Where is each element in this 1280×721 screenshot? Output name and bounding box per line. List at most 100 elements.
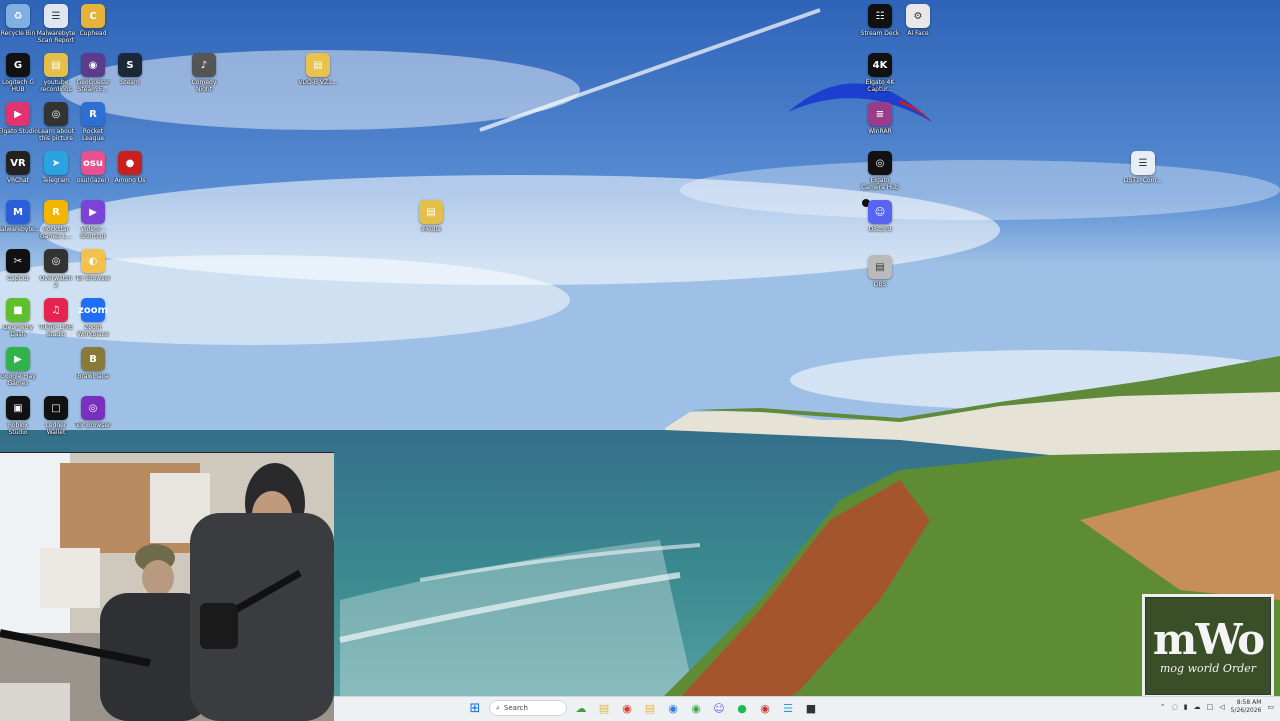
vrchat-icon: VR [6, 151, 30, 175]
roblox-icon: ▣ [6, 396, 30, 420]
folder-icon: ▤ [306, 53, 330, 77]
elgato-4k-icon: 4K [868, 53, 892, 77]
network-icon[interactable]: □ [1207, 703, 1214, 711]
desktop-icon-label: AI Face [907, 30, 929, 37]
desktop-icon-label: Steam [120, 79, 140, 86]
desktop-icon-discord[interactable]: ☺ Discord [857, 200, 903, 233]
desktop-icon-label: Elgato 4K Captur... [865, 79, 895, 93]
desktop-icon-label: Comedy Night [191, 79, 217, 93]
chrome-beta-icon[interactable]: ◉ [756, 699, 774, 717]
cuphead-icon: C [81, 4, 105, 28]
desktop-icon-dst1[interactable]: ☰ DST1_Com... [1120, 151, 1166, 184]
stream-deck-icon: ☷ [868, 4, 892, 28]
ai-face-icon: ⚙ [906, 4, 930, 28]
cloud-icon[interactable]: ☁ [1194, 703, 1201, 711]
desktop-icon-label: Zoom Workplace [77, 324, 109, 338]
desktop-icon-among-us[interactable]: ● Among Us [107, 151, 153, 184]
logitech-g-icon: G [6, 53, 30, 77]
desktop-icon-label: DST1_Com... [1123, 177, 1163, 184]
chrome-profile-icon[interactable]: ◉ [664, 699, 682, 717]
desktop-icon-zoom[interactable]: zoom Zoom Workplace [70, 298, 116, 338]
webcam-overlay [0, 452, 334, 721]
minecraft-icon[interactable]: ■ [802, 699, 820, 717]
ledger-icon: □ [44, 396, 68, 420]
desktop-icon-label: Videos - Shortcut [80, 226, 106, 240]
clock-time: 8:58 AM [1236, 699, 1262, 706]
camera-hub-icon: ◎ [868, 151, 892, 175]
discord-icon: ☺ [868, 200, 892, 224]
desktop-icon-ai-face[interactable]: ⚙ AI Face [895, 4, 941, 37]
desktop-icon-imedia[interactable]: ▤ iMedia [408, 200, 454, 233]
notification-icon[interactable]: ▭ [1267, 703, 1274, 711]
desktop-icon-steam[interactable]: S Steam [107, 53, 153, 86]
search-icon: ⌕ [496, 703, 500, 712]
winrar-icon: ≡ [868, 102, 892, 126]
desktop-icon-elgato-4k[interactable]: 4K Elgato 4K Captur... [857, 53, 903, 93]
desktop-icon-label: Tor Browser [75, 275, 111, 282]
desktop-icon-google-play[interactable]: ▶ Google Play Games [0, 347, 41, 387]
steam-icon: S [118, 53, 142, 77]
microphone-icon: ♪ [192, 53, 216, 77]
rockstar-icon: R [44, 200, 68, 224]
videos-icon: ▶ [81, 200, 105, 224]
mic-icon[interactable]: ▮ [1184, 703, 1188, 711]
overwatch-icon: ◎ [44, 249, 68, 273]
spotify-icon[interactable]: ● [733, 699, 751, 717]
document-icon: ☰ [1131, 151, 1155, 175]
folder-icon: ▤ [419, 200, 443, 224]
desktop-icon-elgato-camera-hub[interactable]: ◎ Elgato Camera Hub [857, 151, 903, 191]
volume-icon[interactable]: ◁ [1219, 703, 1224, 711]
channel-watermark: mWo mog world Order [1142, 594, 1274, 698]
system-tray: ⌃ ◌ ▮ ☁ □ ◁ 8:58 AM 5/26/2026 ▭ [1160, 699, 1274, 715]
desktop-icon-videos-shortcut[interactable]: ▶ Videos - Shortcut [70, 200, 116, 240]
chevron-up-icon[interactable]: ⌃ [1160, 703, 1166, 711]
brawlhalla-icon: B [81, 347, 105, 371]
folder-icon[interactable]: ▤ [641, 699, 659, 717]
desktop-icon-label: WinRAR [868, 128, 892, 135]
desktop-icon-obs[interactable]: ▤ OBS [857, 255, 903, 288]
geometry-dash-icon: ■ [6, 298, 30, 322]
desktop-icon-label: Google Play Games [0, 373, 36, 387]
start-button[interactable]: ⊞ [466, 699, 484, 717]
chrome-alt-icon[interactable]: ◉ [687, 699, 705, 717]
file-explorer-icon[interactable]: ▤ [595, 699, 613, 717]
search-box[interactable]: ⌕ Search [489, 700, 567, 716]
desktop-icon-cuphead[interactable]: C Cuphead [70, 4, 116, 37]
capcut-icon: ✂ [6, 249, 30, 273]
document-icon: ☰ [44, 4, 68, 28]
malwarebytes-icon: M [6, 200, 30, 224]
chat-icon[interactable]: ◌ [1172, 703, 1178, 711]
desktop-icon-label: Cuphead [79, 30, 107, 37]
tor-browser-icon: ◐ [81, 249, 105, 273]
desktop-icon-label: Elgato Camera Hub [861, 177, 899, 191]
desktop-icon-vdo-folder[interactable]: ▤ VDO-B VZ1... [295, 53, 341, 86]
folder-icon: ▤ [44, 53, 68, 77]
video-file-icon: ▤ [868, 255, 892, 279]
desktop-icon-winrar[interactable]: ≡ WinRAR [857, 102, 903, 135]
desktop-icon-tor-browser-2[interactable]: ◎ Tor Browser [70, 396, 116, 429]
desktop-icon-label: Brawlhalla [77, 373, 109, 380]
telegram-icon: ➤ [44, 151, 68, 175]
notepad-icon[interactable]: ☰ [779, 699, 797, 717]
zoom-icon: zoom [78, 298, 108, 322]
tiktok-icon: ♫ [44, 298, 68, 322]
osu-icon: osu [81, 151, 105, 175]
desktop-icon-label: Discord [868, 226, 892, 233]
watermark-mark: mWo [1152, 614, 1265, 664]
google-play-icon: ▶ [6, 347, 30, 371]
desktop-icon-label: VDO-B VZ1... [298, 79, 338, 86]
clock[interactable]: 8:58 AM 5/26/2026 [1231, 699, 1262, 715]
desktop-icon-comedy-night[interactable]: ♪ Comedy Night [181, 53, 227, 93]
among-us-icon: ● [118, 151, 142, 175]
desktop-icon-brawlhalla[interactable]: B Brawlhalla [70, 347, 116, 380]
desktop-icon-label: OBS [873, 281, 887, 288]
chrome-icon[interactable]: ◉ [618, 699, 636, 717]
rocket-league-icon: R [81, 102, 105, 126]
desktop-icon-rocket-league[interactable]: R Rocket League [70, 102, 116, 142]
discord-icon[interactable]: ☺ [710, 699, 728, 717]
desktop-icon-label: Among Us [114, 177, 146, 184]
desktop-icon-label: iMedia [421, 226, 441, 233]
widgets-icon[interactable]: ☁ [572, 699, 590, 717]
search-placeholder: Search [503, 704, 528, 712]
desktop-icon-tor-browser[interactable]: ◐ Tor Browser [70, 249, 116, 282]
